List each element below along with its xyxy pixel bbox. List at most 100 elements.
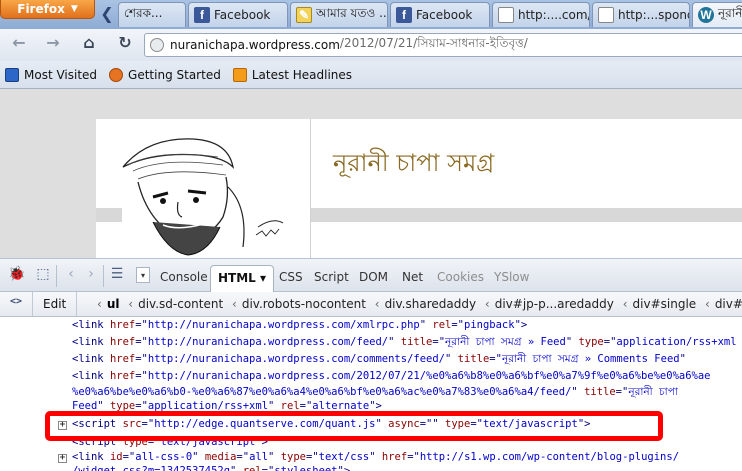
expand-node-icon[interactable]: +: [58, 454, 67, 463]
source-line[interactable]: <link href="http://nuranichapa.wordpress…: [72, 351, 686, 368]
back-arrow-icon[interactable]: ←: [8, 33, 30, 55]
firebug-bug-icon[interactable]: 🐞: [8, 266, 26, 284]
breadcrumb-separator-icon: ‹: [374, 297, 380, 311]
blog-title[interactable]: নূরানী চাপা সমগ্র: [333, 145, 494, 185]
browser-tab[interactable]: ✎ আমার যতও ...: [290, 2, 388, 27]
value-token: %e0%a6%be%e0%a6%b0-%e0%a6%87%e0%a6%a4%e0…: [72, 386, 572, 398]
source-line[interactable]: <link href="http://nuranichapa.wordpress…: [72, 334, 737, 351]
back-arrow-icon[interactable]: ‹: [62, 266, 80, 284]
nav-strip: [311, 208, 742, 222]
tag-token: =": [135, 353, 148, 365]
attribute-token: title: [457, 353, 490, 365]
attribute-token: rel: [432, 319, 452, 331]
value-token: http://s1.wp.com/wp-content/blog-plugins…: [419, 451, 680, 463]
blog-logo-sketch: [122, 138, 284, 256]
tab-title: শেরক...: [124, 6, 163, 20]
attribute-token: href: [381, 451, 408, 463]
bookmark-label: Latest Headlines: [251, 67, 353, 82]
tag-token: =": [135, 336, 148, 348]
bookmark-most-visited[interactable]: Most Visited: [5, 67, 98, 82]
browser-tab[interactable]: http:....com/: [492, 2, 590, 27]
breadcrumb-item[interactable]: div#single: [633, 297, 697, 311]
url-bar[interactable]: nuranichapa.wordpress.com /2012/07/21/সি…: [144, 33, 742, 57]
edit-button[interactable]: Edit: [32, 292, 78, 316]
breadcrumb-item[interactable]: ul: [107, 297, 120, 311]
browser-tab[interactable]: http:...spond: [592, 2, 690, 27]
tag-token: =": [603, 336, 617, 348]
tab-title: http:....com/: [518, 8, 590, 22]
reload-icon[interactable]: ↻: [114, 33, 136, 55]
source-line[interactable]: /widget.css?m=1342537452g" rel="styleshe…: [72, 463, 350, 471]
tab-title: http:...spond: [618, 8, 690, 22]
panel-options-dropdown-icon[interactable]: ▾: [136, 267, 150, 283]
source-line[interactable]: <link href="http://nuranichapa.wordpress…: [72, 317, 527, 334]
tag-token: ": [369, 451, 382, 463]
browser-tab[interactable]: শেরক...: [118, 2, 186, 27]
tab-cookies[interactable]: Cookies: [437, 270, 484, 284]
tab-html[interactable]: HTML ▾: [210, 265, 275, 292]
forward-arrow-icon[interactable]: →: [42, 33, 64, 55]
header-divider: [310, 119, 311, 258]
chevron-down-icon: ▼: [70, 4, 78, 14]
breadcrumb-item[interactable]: div.sd-content: [138, 297, 223, 311]
html-source-panel: <link href="http://nuranichapa.wordpress…: [0, 317, 742, 471]
tab-dom[interactable]: DOM: [359, 270, 388, 284]
tag-token: ": [571, 386, 585, 398]
inspect-element-icon[interactable]: ⬚: [34, 266, 52, 284]
tab-title: Facebook: [214, 8, 271, 22]
bookmark-label: Most Visited: [24, 67, 98, 82]
home-icon[interactable]: ⌂: [78, 33, 100, 55]
tab-script[interactable]: Script: [314, 270, 349, 284]
forward-arrow-icon[interactable]: ›: [82, 266, 100, 284]
bookmarks-toolbar: Most Visited Getting Started Latest Head…: [0, 61, 742, 89]
attribute-token: href: [109, 319, 136, 331]
firefox-menu-button[interactable]: Firefox ▼: [0, 0, 95, 19]
source-line[interactable]: <link href="http://nuranichapa.wordpress…: [72, 368, 711, 385]
wordpress-icon: W: [698, 7, 714, 23]
tag-token: ": [445, 353, 458, 365]
attribute-token: href: [109, 336, 136, 348]
value-token: http://nuranichapa.wordpress.com/xmlrpc.…: [147, 319, 420, 331]
blank-page-icon: [498, 7, 514, 23]
value-token: নূরানী চাপা: [628, 386, 678, 398]
tag-token: =": [451, 319, 464, 331]
breadcrumb-item[interactable]: div#jp-p...aredaddy: [495, 297, 614, 311]
breadcrumb-item[interactable]: div.sharedaddy: [385, 297, 477, 311]
site-identity-globe-icon[interactable]: [150, 38, 164, 52]
tag-token: ": [192, 451, 205, 463]
tab-scroll-left-icon[interactable]: ❮: [97, 2, 117, 26]
tag-token: =": [261, 465, 275, 471]
web-page-viewport: নূরানী চাপা সমগ্র: [0, 89, 742, 258]
facebook-icon: f: [396, 7, 412, 23]
breadcrumb-item[interactable]: div.robots-nocontent: [242, 297, 366, 311]
yellow-page-icon: ✎: [296, 7, 312, 23]
tag-token: ": [419, 319, 433, 331]
breadcrumb-item[interactable]: div#post-68: [715, 297, 742, 311]
tag-token: =": [135, 319, 148, 331]
panel-menu-icon[interactable]: ☰: [108, 266, 126, 284]
bookmark-latest-headlines[interactable]: Latest Headlines: [232, 67, 353, 82]
tag-token: ">: [337, 465, 351, 471]
tab-css[interactable]: CSS: [279, 270, 303, 284]
navigation-toolbar: ← → ⌂ ↻ nuranichapa.wordpress.com /2012/…: [0, 29, 742, 61]
tag-token: <link: [72, 319, 110, 331]
value-token: stylesheet: [274, 465, 338, 471]
tab-net[interactable]: Net: [402, 270, 423, 284]
bookmark-getting-started[interactable]: Getting Started: [109, 67, 221, 82]
tag-token: =": [236, 451, 250, 463]
code-view-icon[interactable]: <>: [8, 296, 24, 312]
value-token: http://nuranichapa.wordpress.com/2012/07…: [147, 370, 711, 382]
browser-tab[interactable]: f Facebook: [390, 2, 490, 27]
browser-tab-active[interactable]: W নূরানী: [692, 2, 742, 27]
tag-token: ": [268, 451, 281, 463]
url-host: nuranichapa.wordpress.com: [170, 38, 340, 52]
tag-token: ": [679, 353, 686, 365]
tag-token: =": [407, 451, 420, 463]
tab-yslow[interactable]: YSlow: [494, 270, 529, 284]
bookmark-label: Getting Started: [128, 67, 221, 82]
breadcrumb-separator-icon: ‹: [128, 297, 134, 311]
tag-token: <link: [72, 353, 110, 365]
attribute-token: type: [280, 451, 306, 463]
browser-tab[interactable]: f Facebook: [188, 2, 288, 27]
tab-console[interactable]: Console: [160, 270, 208, 284]
